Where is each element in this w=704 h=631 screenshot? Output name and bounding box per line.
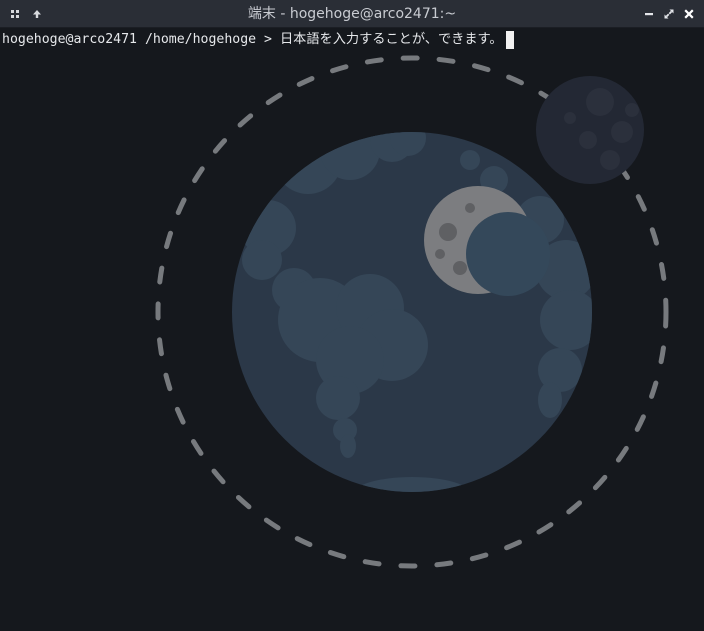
close-button[interactable] [680, 5, 698, 23]
terminal-area[interactable]: hogehoge@arco2471 /home/hogehoge > 日本語を入… [0, 28, 704, 631]
distant-moon [536, 76, 644, 184]
earth-globe [232, 132, 592, 492]
minimize-button[interactable] [640, 5, 658, 23]
command-input-text[interactable]: 日本語を入力することが、できます。 [280, 31, 503, 49]
title-bar-right-buttons [640, 5, 698, 23]
title-bar[interactable]: 端末 - hogehoge@arco2471:~ [0, 0, 704, 28]
window-title: 端末 - hogehoge@arco2471:~ [247, 6, 457, 22]
text-cursor [505, 31, 514, 49]
prompt-user-host: hogehoge@arco2471 [2, 32, 137, 47]
terminal-window: 端末 - hogehoge@arco2471:~ hogehoge@arco24… [0, 0, 704, 631]
minimize-icon [645, 13, 653, 16]
command-prompt[interactable]: hogehoge@arco2471 /home/hogehoge > 日本語を入… [2, 31, 514, 49]
prompt-symbol: > [264, 32, 272, 47]
prompt-cwd: /home/hogehoge [144, 32, 257, 47]
maximize-icon [664, 9, 674, 19]
maximize-button[interactable] [660, 5, 678, 23]
earth-moon-background [155, 55, 669, 569]
close-icon [684, 9, 694, 19]
